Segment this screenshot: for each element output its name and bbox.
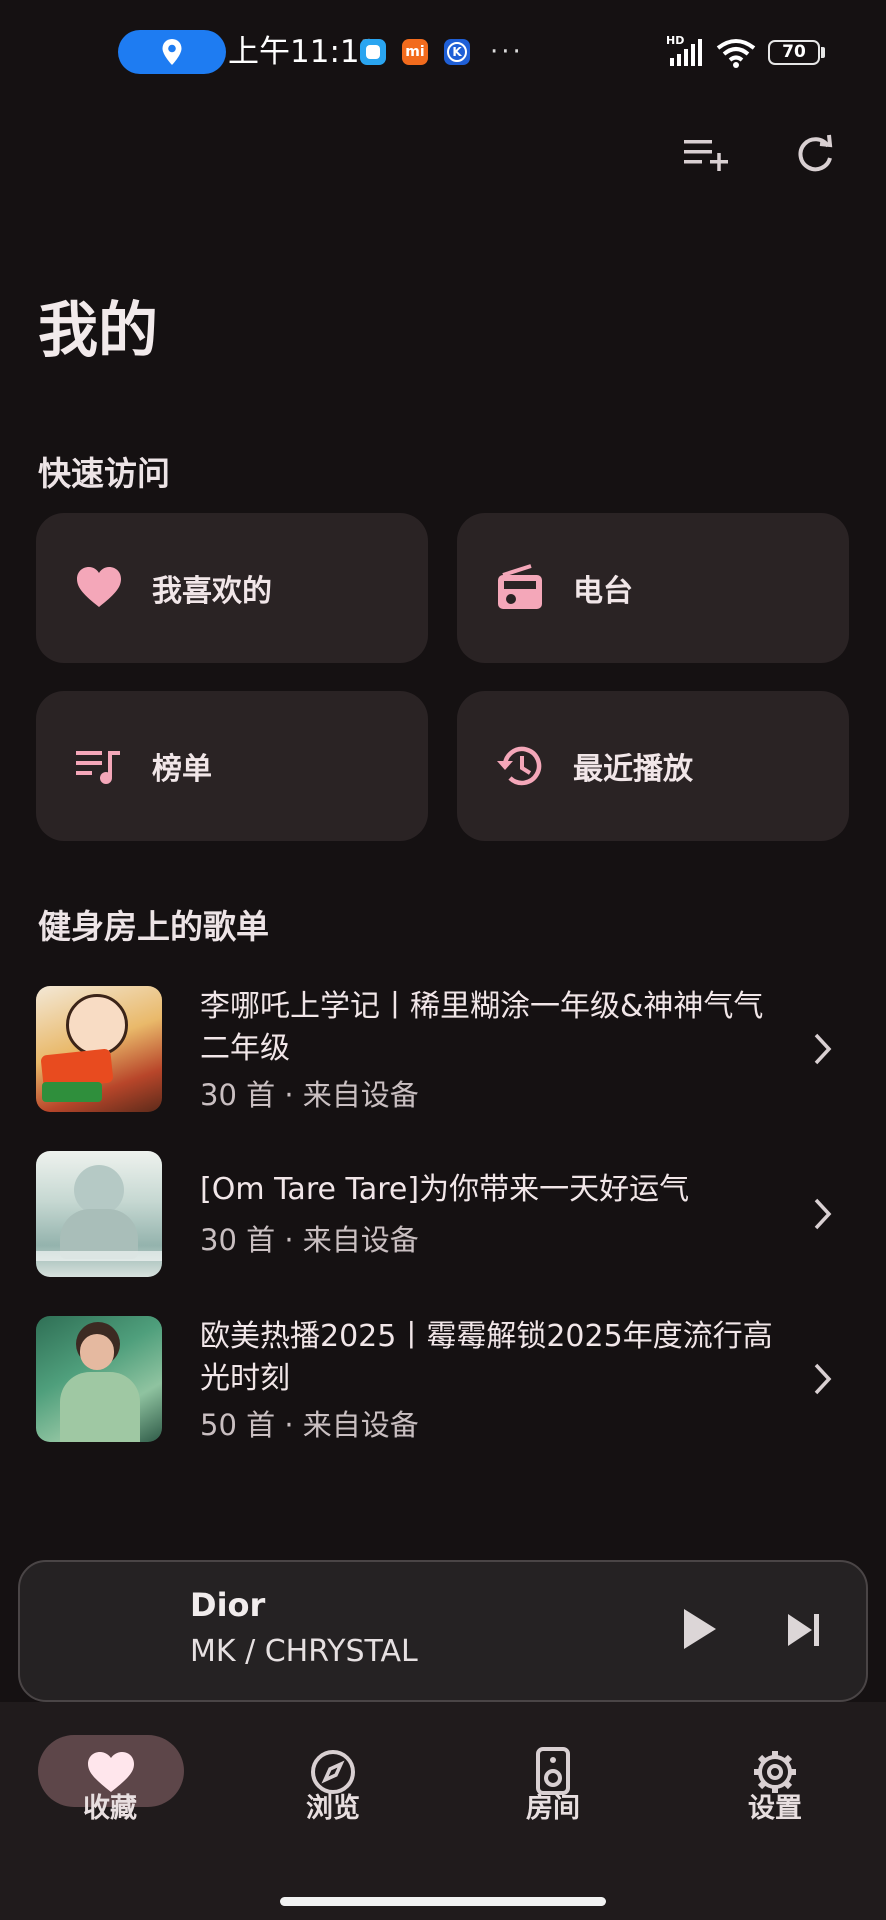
radio-icon <box>498 564 542 609</box>
tab-browse[interactable]: 浏览 <box>243 1786 423 1825</box>
playlist-title: [Om Tare Tare]为你带来一天好运气 <box>200 1172 690 1207</box>
playlist-subtitle: 30 首 · 来自设备 <box>200 1223 419 1257</box>
refresh-icon[interactable] <box>794 134 836 176</box>
radio-label: 电台 <box>573 574 633 609</box>
chevron-right-icon <box>814 1033 832 1065</box>
quick-access-charts[interactable]: 榜单 <box>36 691 428 841</box>
home-indicator[interactable] <box>280 1897 606 1906</box>
wifi-icon <box>716 39 756 68</box>
page-title: 我的 <box>38 296 158 366</box>
more-notifications-icon: ··· <box>490 37 524 67</box>
mi-notification-icon: mi <box>402 39 428 65</box>
now-playing-title: Dior <box>190 1586 266 1624</box>
mini-player[interactable] <box>18 1560 868 1702</box>
playlist-item[interactable]: 李哪吒上学记丨稀里糊涂一年级&神神气气二年级 30 首 · 来自设备 <box>0 986 886 1114</box>
favorites-label: 我喜欢的 <box>152 574 272 609</box>
recent-label: 最近播放 <box>573 752 693 787</box>
playlist-cover <box>36 1151 162 1277</box>
app-notification-icon <box>360 39 386 65</box>
heart-icon <box>77 567 121 607</box>
status-time: 上午11:13 <box>228 34 380 70</box>
playlist-subtitle: 30 首 · 来自设备 <box>200 1078 419 1112</box>
quick-access-title: 快速访问 <box>38 454 170 493</box>
next-track-button[interactable] <box>786 1612 822 1648</box>
playlist-title: 李哪吒上学记丨稀里糊涂一年级&神神气气二年级 <box>200 989 764 1066</box>
playlist-cover <box>36 1316 162 1442</box>
k-notification-icon: K <box>444 39 470 65</box>
battery-indicator: 70 <box>768 40 820 65</box>
now-playing-artist: MK / CHRYSTAL <box>190 1634 418 1669</box>
playlists-section-title: 健身房上的歌单 <box>38 907 269 946</box>
playlist-title: 欧美热播2025丨霉霉解锁2025年度流行高光时刻 <box>200 1319 773 1396</box>
playlist-item[interactable]: [Om Tare Tare]为你带来一天好运气 30 首 · 来自设备 <box>0 1151 886 1279</box>
playlist-cover <box>36 986 162 1112</box>
quick-access-radio[interactable]: 电台 <box>457 513 849 663</box>
tab-rooms[interactable]: 房间 <box>463 1786 643 1825</box>
hd-label: HD <box>666 34 685 47</box>
tab-settings[interactable]: 设置 <box>685 1786 865 1825</box>
battery-tip <box>821 47 825 58</box>
location-indicator[interactable] <box>118 30 226 74</box>
quick-access-recent[interactable]: 最近播放 <box>457 691 849 841</box>
location-pin-icon <box>162 39 182 65</box>
playlist-subtitle: 50 首 · 来自设备 <box>200 1408 419 1442</box>
tab-favorites[interactable]: 收藏 <box>20 1786 200 1825</box>
add-to-queue-icon[interactable] <box>682 136 730 176</box>
playlist-item[interactable]: 欧美热播2025丨霉霉解锁2025年度流行高光时刻 50 首 · 来自设备 <box>0 1316 886 1444</box>
signal-icon: HD <box>666 34 706 66</box>
chevron-right-icon <box>814 1198 832 1230</box>
charts-label: 榜单 <box>152 752 212 787</box>
play-button[interactable] <box>680 1607 720 1651</box>
quick-access-favorites[interactable]: 我喜欢的 <box>36 513 428 663</box>
chart-list-icon <box>76 751 120 784</box>
history-icon <box>497 746 542 786</box>
chevron-right-icon <box>814 1363 832 1395</box>
